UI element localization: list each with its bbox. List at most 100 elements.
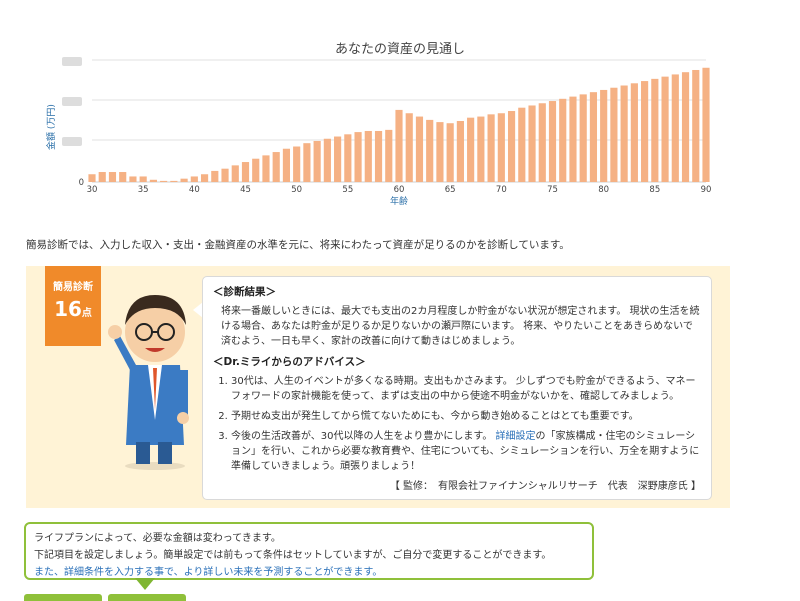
bar [344,134,352,182]
bar [200,174,209,182]
bar [477,116,485,182]
bar [569,96,577,182]
bar [497,113,505,182]
bar [170,180,178,182]
bar [456,121,464,182]
advice-list: 30代は、人生のイベントが多くなる時期。支出もかさみます。 少しずつでも貯金がで… [213,374,701,474]
bar [272,152,280,182]
bar [211,170,219,182]
bar [518,107,526,182]
bar [282,148,291,182]
bar [692,69,700,182]
easy-settings-tab[interactable] [24,594,102,601]
bar [415,116,424,182]
bar [190,176,198,182]
detail-settings-link[interactable]: 詳細設定 [496,431,536,442]
bar [651,78,659,182]
bar [600,89,608,182]
bar [610,87,618,182]
x-tick-label: 75 [547,185,558,195]
x-tick-label: 55 [342,185,353,195]
bar [548,101,557,182]
bar [620,85,628,182]
result-heading: ＜診断結果＞ [213,286,276,298]
bar [241,162,250,182]
x-tick-label: 50 [291,185,302,195]
bar [681,72,690,182]
bar [405,113,413,182]
lifeplan-line-2: 下記項目を設定しましょう。簡単設定では前もって条件はセットしていますが、ご自分で… [34,550,552,561]
bar [88,174,96,182]
x-tick-label: 45 [240,185,251,195]
chart-svg: 30 35 40 45 50 55 60 65 70 75 80 85 90 0 年齢 [79,59,712,207]
asset-forecast-chart: あなたの資産の見通し 金額 (万円) 30 35 40 45 50 55 60 65 70 75 8… [0,0,800,215]
x-tick-label: 90 [701,185,712,195]
bar [129,176,137,182]
x-tick-label: 65 [445,185,456,195]
bar [334,136,342,182]
x-tick-label: 60 [394,185,405,195]
lifeplan-line-1: ライフプランによって、必要な金額は変わってきます。 [34,533,281,544]
advice-item-1: 30代は、人生のイベントが多くなる時期。支出もかさみます。 少しずつでも貯金がで… [231,374,701,404]
bar [149,179,157,182]
bar [395,109,403,182]
bar [252,158,260,182]
bar [303,143,311,182]
bar [589,92,598,182]
bar [436,122,444,182]
y-tick-label: 0 [79,178,84,188]
advice-item-2: 予期せぬ支出が発生してから慌てないためにも、今から動き始めることはとても重要です… [231,409,701,424]
bar [98,172,106,182]
badge-score: 16点 [54,297,92,321]
bar [108,172,117,182]
bar [641,81,649,182]
bar [374,130,383,182]
bar [487,114,495,182]
bar [364,130,372,182]
diagnosis-result-box: ＜診断結果＞ 将来一番厳しいときには、最大でも支出の2カ月程度しか貯金がない状況… [202,276,712,500]
score-badge: 簡易診断 16点 [45,266,101,346]
x-tick-label: 35 [138,185,149,195]
bar [630,83,638,182]
bar [538,103,546,182]
bar [231,165,239,182]
result-body: 将来一番厳しいときには、最大でも支出の2カ月程度しか貯金がない状況が想定されます… [221,306,700,347]
bar [313,140,321,182]
x-tick-label: 85 [649,185,660,195]
x-tick-label: 80 [598,185,609,195]
bar [139,176,147,182]
bar [323,138,331,182]
intro-text: 簡易診断では、入力した収入・支出・金融資産の水準を元に、将来にわたって資産が足り… [26,239,570,251]
bar [671,74,679,182]
bar [262,155,270,182]
bar [160,180,168,182]
badge-label: 簡易診断 [53,282,93,293]
bar [579,94,587,182]
supervisor-signature: 【 監修： 有限会社ファイナンシャルリサーチ 代表 深野康彦氏 】 [389,481,701,492]
down-arrow-icon [135,578,155,590]
x-tick-label: 70 [496,185,507,195]
doctor-illustration [108,295,189,470]
bar [385,129,393,182]
bar [446,123,454,182]
bar [702,67,710,182]
bar [426,119,434,182]
bar [661,76,669,182]
bar [119,172,127,182]
x-tick-label: 30 [87,185,98,195]
x-axis-label: 年齢 [390,195,408,207]
bar [507,111,516,182]
lifeplan-line-3: また、詳細条件を入力する事で、より詳しい未来を予測することができます。 [34,567,383,578]
bar [354,132,362,182]
bar [221,168,229,182]
bar [293,146,301,182]
lifeplan-notice: ライフプランによって、必要な金額は変わってきます。 下記項目を設定しましょう。簡… [24,522,594,580]
advice-item-3: 今後の生活改善が、30代以降の人生をより豊かにします。 詳細設定の「家族構成・住… [231,429,701,474]
bar [180,178,188,182]
bar [528,105,536,182]
advice-heading: ＜Dr.ミライからのアドバイス＞ [213,356,366,368]
bar [559,98,567,182]
x-tick-label: 40 [189,185,200,195]
bar [467,117,475,182]
detail-settings-tab[interactable] [108,594,186,601]
